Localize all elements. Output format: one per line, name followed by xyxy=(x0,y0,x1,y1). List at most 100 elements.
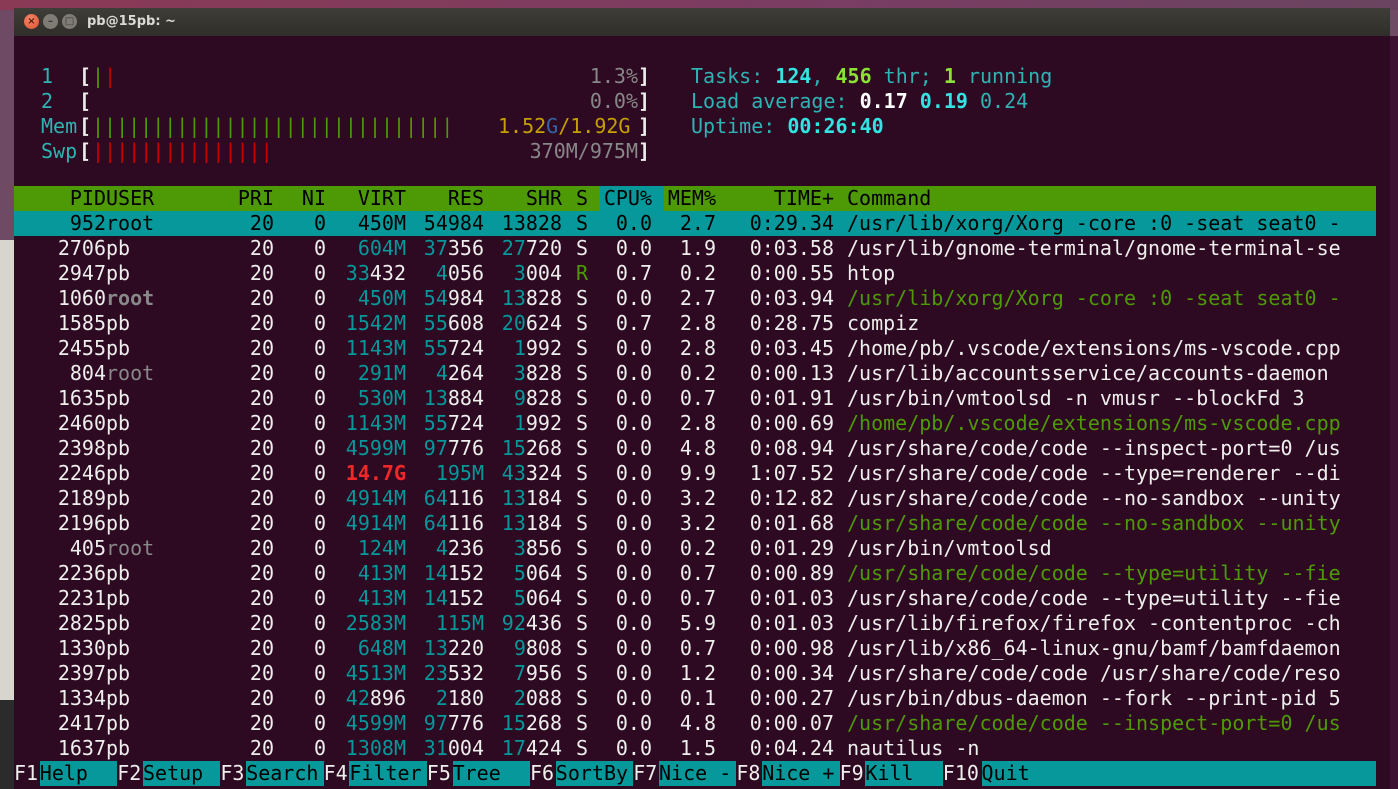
fkey-label-f6[interactable]: SortBy xyxy=(555,761,634,786)
process-mem: 0.2 xyxy=(679,261,716,285)
maximize-window-button[interactable]: □ xyxy=(62,14,77,29)
process-table-header[interactable]: PID USER PRI NI VIRT RES SHR S CPU% MEM% TIME+ Comm… xyxy=(14,186,1376,211)
column-header-pid[interactable]: PID xyxy=(28,186,106,211)
process-res: 115M xyxy=(435,611,484,635)
minimize-window-button[interactable]: – xyxy=(43,14,58,29)
window-titlebar[interactable]: × – □ pb@15pb: ~ xyxy=(14,8,1390,36)
process-s: S xyxy=(575,736,588,760)
process-row[interactable]: 2417 pb 20 0 4599M 97776 15268 S 0.0 4.8 0:00.07/u… xyxy=(14,711,1376,736)
column-header-cpu[interactable]: CPU% xyxy=(588,186,652,211)
process-cpu: 0.0 xyxy=(615,236,652,260)
process-row[interactable]: 2947 pb 20 0 33432 4056 3004 R 0.7 0.2 0:00.55 htop xyxy=(14,261,1376,286)
process-shr: 17424 xyxy=(501,736,562,760)
process-shr: 3004 xyxy=(513,261,562,285)
column-header-pri[interactable]: PRI xyxy=(226,186,274,211)
column-header-s[interactable]: S xyxy=(562,186,588,211)
column-header-command[interactable]: Command xyxy=(847,186,1382,211)
process-mem: 5.9 xyxy=(679,611,716,635)
fkey-label-f3[interactable]: Search xyxy=(246,761,324,786)
process-cmd: /usr/bin/dbus-daemon --fork --print-pid … xyxy=(847,686,1341,710)
process-row[interactable]: 1635 pb 20 0 530M 13884 9828 S 0.0 0.7 0:01.91/usr… xyxy=(14,386,1376,411)
column-header-mem[interactable]: MEM% xyxy=(652,186,716,211)
tasks-label: Tasks: xyxy=(691,64,776,88)
process-row[interactable]: 952 root 20 0 450M 54984 13828 S 0.0 2.7 0:29.34/u… xyxy=(14,211,1376,236)
fkey-label-f10[interactable]: Quit xyxy=(981,761,1376,786)
process-cmd: /usr/lib/accountsservice/accounts-daemon xyxy=(847,361,1329,385)
process-virt: 413M xyxy=(357,561,406,585)
process-row[interactable]: 1334 pb 20 0 42896 2180 2088 S 0.0 0.1 0:00.27/usr… xyxy=(14,686,1376,711)
process-row[interactable]: 1585 pb 20 0 1542M 55608 20624 S 0.7 2.8 0:28.75 co… xyxy=(14,311,1376,336)
process-ni: 0 xyxy=(313,436,326,460)
process-row[interactable]: 2455 pb 20 0 1143M 55724 1992 S 0.0 2.8 0:03.45/ho… xyxy=(14,336,1376,361)
process-user: pb xyxy=(106,586,131,610)
process-s: S xyxy=(575,436,588,460)
fkey-label-f1[interactable]: Help xyxy=(39,761,118,786)
fkey-f3[interactable]: F3 xyxy=(220,761,244,786)
fkey-label-f8[interactable]: Nice + xyxy=(762,761,840,786)
fkey-label-f9[interactable]: Kill xyxy=(865,761,943,786)
cpu2-label: 2 xyxy=(41,89,54,113)
process-row[interactable]: 2236 pb 20 0 413M 14152 5064 S 0.0 0.7 0:00.89/usr… xyxy=(14,561,1376,586)
fkey-f7[interactable]: F7 xyxy=(633,761,657,786)
process-cpu: 0.0 xyxy=(615,711,652,735)
fkey-label-f2[interactable]: Setup xyxy=(143,761,221,786)
column-header-ni[interactable]: NI xyxy=(274,186,326,211)
process-row[interactable]: 2397 pb 20 0 4513M 23532 7956 S 0.0 1.2 0:00.34/us… xyxy=(14,661,1376,686)
fkey-label-f4[interactable]: Filter xyxy=(349,761,427,786)
process-res: 55724 xyxy=(423,411,484,435)
process-pri: 20 xyxy=(249,736,274,760)
column-header-virt[interactable]: VIRT xyxy=(326,186,406,211)
process-row[interactable]: 804 root 20 0 291M 4264 3828 S 0.0 0.2 0:00.13/usr… xyxy=(14,361,1376,386)
process-row[interactable]: 405 root 20 0 124M 4236 3856 S 0.0 0.2 0:01.29/usr… xyxy=(14,536,1376,561)
fkey-f4[interactable]: F4 xyxy=(324,761,348,786)
process-row[interactable]: 2231 pb 20 0 413M 14152 5064 S 0.0 0.7 0:01.03/usr… xyxy=(14,586,1376,611)
process-pri: 20 xyxy=(249,561,274,585)
process-row[interactable]: 2246 pb 20 0 14.7G 195M 43324 S 0.0 9.9 1:07.52/us… xyxy=(14,461,1376,486)
process-cmd: /usr/share/code/code --inspect-port=0 /u… xyxy=(847,436,1341,460)
process-shr: 2088 xyxy=(513,686,562,710)
process-s: S xyxy=(575,361,588,385)
fkey-f10[interactable]: F10 xyxy=(943,761,979,786)
fkey-f1[interactable]: F1 xyxy=(14,761,38,786)
process-row[interactable]: 2196 pb 20 0 4914M 64116 13184 S 0.0 3.2 0:01.68/u… xyxy=(14,511,1376,536)
column-header-shr[interactable]: SHR xyxy=(484,186,562,211)
cpu1-bars: || xyxy=(92,64,116,89)
fkey-f9[interactable]: F9 xyxy=(840,761,864,786)
column-header-time[interactable]: TIME+ xyxy=(716,186,834,211)
mem-bars: |||||||||||||||||||||||||||||| xyxy=(92,114,454,138)
process-row[interactable]: 1637 pb 20 0 1308M 31004 17424 S 0.0 1.5 0:04.24 na… xyxy=(14,736,1376,761)
process-row[interactable]: 2398 pb 20 0 4599M 97776 15268 S 0.0 4.8 0:08.94/u… xyxy=(14,436,1376,461)
cpu1-label: 1 xyxy=(41,64,54,88)
close-window-button[interactable]: × xyxy=(24,14,39,29)
process-cpu: 0.7 xyxy=(615,311,652,335)
process-s: S xyxy=(575,511,588,535)
process-row[interactable]: 2189 pb 20 0 4914M 64116 13184 S 0.0 3.2 0:12.82/u… xyxy=(14,486,1376,511)
fkey-f2[interactable]: F2 xyxy=(117,761,141,786)
process-row[interactable]: 2706 pb 20 0 604M 37356 27720 S 0.0 1.9 0:03.58/us… xyxy=(14,236,1376,261)
column-header-user[interactable]: USER xyxy=(106,186,226,211)
process-row[interactable]: 1060 root 20 0 450M 54984 13828 S 0.0 2.7 0:03.94 /… xyxy=(14,286,1376,311)
process-shr: 15268 xyxy=(501,711,562,735)
process-ni: 0 xyxy=(313,736,326,760)
process-row[interactable]: 2825 pb 20 0 2583M 115M 92436 S 0.0 5.9 0:01.03/us… xyxy=(14,611,1376,636)
process-s: S xyxy=(575,286,588,310)
tasks-count: 124 xyxy=(775,64,812,88)
fkey-label-f5[interactable]: Tree xyxy=(452,761,530,786)
fkey-label-f7[interactable]: Nice - xyxy=(659,761,737,786)
process-cmd: compiz xyxy=(847,311,920,335)
desktop-background-window-dark xyxy=(0,700,14,789)
process-cmd: /usr/share/code/code --no-sandbox --unit… xyxy=(847,486,1341,510)
process-row[interactable]: 2460 pb 20 0 1143M 55724 1992 S 0.0 2.8 0:00.69/ho… xyxy=(14,411,1376,436)
fkey-f8[interactable]: F8 xyxy=(736,761,760,786)
process-shr: 9828 xyxy=(513,386,562,410)
process-cmd: /usr/lib/xorg/Xorg -core :0 -seat seat0 … xyxy=(847,211,1341,235)
htop-screen[interactable]: 1 [ || 1.3% ] 2 [ 0.0% ] Mem [ |||||||||… xyxy=(14,36,1390,789)
process-cmd: /usr/bin/vmtoolsd -n vmusr --blockFd 3 xyxy=(847,386,1305,410)
column-header-res[interactable]: RES xyxy=(406,186,484,211)
process-mem: 0.7 xyxy=(679,636,716,660)
process-user: pb xyxy=(106,386,131,410)
process-shr: 15268 xyxy=(501,436,562,460)
fkey-f5[interactable]: F5 xyxy=(427,761,451,786)
fkey-f6[interactable]: F6 xyxy=(530,761,554,786)
process-row[interactable]: 1330 pb 20 0 648M 13220 9808 S 0.0 0.7 0:00.98/usr… xyxy=(14,636,1376,661)
